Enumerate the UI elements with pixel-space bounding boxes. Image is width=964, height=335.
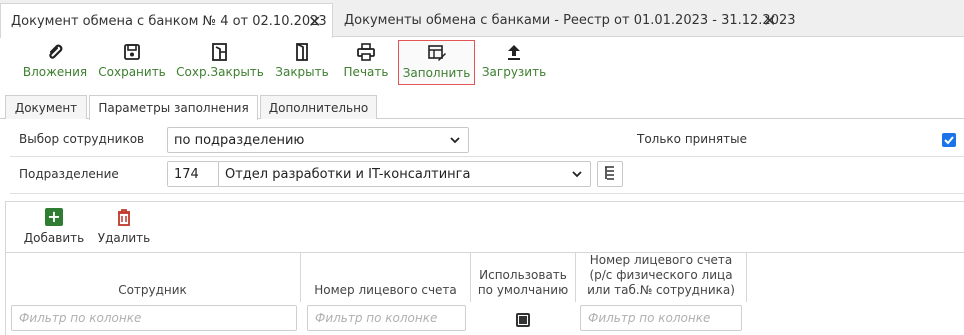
row-divider bbox=[10, 193, 964, 194]
print-button[interactable]: Печать bbox=[342, 42, 390, 84]
upload-label: Загрузить bbox=[481, 65, 547, 79]
chevron-down-icon bbox=[572, 171, 582, 178]
delete-label: Удалить bbox=[97, 231, 151, 245]
delete-button[interactable]: Удалить bbox=[98, 208, 150, 245]
print-label: Печать bbox=[343, 65, 389, 79]
add-label: Добавить bbox=[23, 231, 85, 245]
tree-select-button[interactable] bbox=[597, 161, 623, 187]
close-icon[interactable]: ✕ bbox=[763, 11, 776, 30]
department-name-value: Отдел разработки и IT-консалтинга bbox=[225, 166, 471, 182]
employee-select[interactable]: по подразделению bbox=[167, 127, 469, 153]
upload-icon bbox=[508, 45, 520, 60]
save-label: Сохранить bbox=[98, 65, 166, 79]
column-header-use-default[interactable]: Использовать по умолчанию bbox=[471, 252, 576, 302]
employee-select-value: по подразделению bbox=[174, 132, 305, 148]
chevron-down-icon bbox=[450, 137, 460, 144]
tree-icon bbox=[605, 166, 614, 180]
only-accepted-label: Только принятые bbox=[637, 132, 747, 146]
add-button[interactable]: + Добавить bbox=[23, 208, 85, 246]
only-accepted-checkbox[interactable] bbox=[942, 133, 956, 147]
department-code-field[interactable]: 174 bbox=[167, 161, 219, 187]
close-button[interactable]: Закрыть bbox=[274, 42, 330, 84]
row-divider bbox=[10, 156, 964, 157]
document-tab-bar: Документ обмена с банком № 4 от 02.10.20… bbox=[0, 0, 964, 38]
tab-label: Документы обмена с банками - Реестр от 0… bbox=[344, 12, 796, 28]
tab-additional[interactable]: Дополнительно bbox=[260, 95, 377, 119]
tab-document-exchange[interactable]: Документ обмена с банком № 4 от 02.10.20… bbox=[0, 3, 333, 38]
tab-document-registry[interactable]: Документы обмена с банками - Реестр от 0… bbox=[334, 3, 796, 37]
paperclip-icon bbox=[49, 44, 63, 59]
fill-label: Заполнить bbox=[402, 66, 471, 80]
filter-personal-account[interactable]: Фильтр по колонке bbox=[580, 305, 742, 331]
tab-label: Документ bbox=[14, 100, 78, 115]
tab-label: Параметры заполнения bbox=[98, 101, 249, 115]
table-edit-icon bbox=[427, 45, 446, 61]
column-label: Сотрудник bbox=[118, 283, 187, 297]
column-header-personal-account[interactable]: Номер лицевого счета (р/с физического ли… bbox=[576, 252, 747, 302]
save-button[interactable]: Сохранить bbox=[98, 42, 166, 84]
floppy-icon bbox=[124, 44, 140, 60]
form-tab-bar: Документ Параметры заполнения Дополнител… bbox=[0, 95, 964, 120]
plus-icon: + bbox=[45, 208, 63, 226]
column-label: Номер лицевого счета (р/с физического ли… bbox=[587, 253, 735, 297]
close-label: Закрыть bbox=[275, 65, 329, 79]
filter-placeholder: Фильтр по колонке bbox=[315, 311, 438, 325]
filter-placeholder: Фильтр по колонке bbox=[588, 311, 711, 325]
filter-use-default-checkbox[interactable] bbox=[516, 313, 530, 327]
department-label: Подразделение bbox=[19, 167, 119, 181]
tab-document[interactable]: Документ bbox=[5, 95, 87, 119]
column-header-account-number[interactable]: Номер лицевого счета bbox=[301, 252, 471, 302]
column-label: Номер лицевого счета bbox=[314, 283, 457, 297]
trash-icon bbox=[118, 209, 130, 226]
employee-select-label: Выбор сотрудников bbox=[19, 132, 145, 146]
filter-placeholder: Фильтр по колонке bbox=[19, 311, 142, 325]
tab-label: Дополнительно bbox=[268, 100, 369, 115]
grid-header-right-border bbox=[747, 252, 964, 253]
checkbox-indicator bbox=[519, 316, 527, 324]
check-icon bbox=[944, 136, 954, 145]
column-label: Использовать по умолчанию bbox=[477, 268, 569, 297]
attachments-button[interactable]: Вложения bbox=[22, 42, 88, 84]
save-close-icon bbox=[212, 43, 227, 61]
close-icon[interactable]: ✕ bbox=[308, 12, 321, 31]
fill-button[interactable]: Заполнить bbox=[398, 40, 475, 85]
filter-employee[interactable]: Фильтр по колонке bbox=[11, 305, 297, 331]
save-close-label: Сохр.Закрыть bbox=[176, 65, 264, 79]
door-icon bbox=[296, 43, 308, 61]
department-code-value: 174 bbox=[174, 166, 199, 182]
printer-icon bbox=[357, 43, 375, 61]
filter-account-number[interactable]: Фильтр по колонке bbox=[307, 305, 466, 331]
upload-button[interactable]: Загрузить bbox=[481, 42, 547, 84]
save-close-button[interactable]: Сохр.Закрыть bbox=[176, 42, 264, 84]
attachments-label: Вложения bbox=[22, 65, 88, 79]
department-select[interactable]: Отдел разработки и IT-консалтинга bbox=[218, 161, 591, 187]
tab-label: Документ обмена с банком № 4 от 02.10.20… bbox=[11, 13, 327, 29]
column-header-employee[interactable]: Сотрудник bbox=[5, 252, 301, 302]
tab-fill-parameters[interactable]: Параметры заполнения bbox=[89, 95, 258, 120]
toolbar: Вложения Сохранить Сохр.Закрыть Закрыть … bbox=[0, 38, 964, 90]
